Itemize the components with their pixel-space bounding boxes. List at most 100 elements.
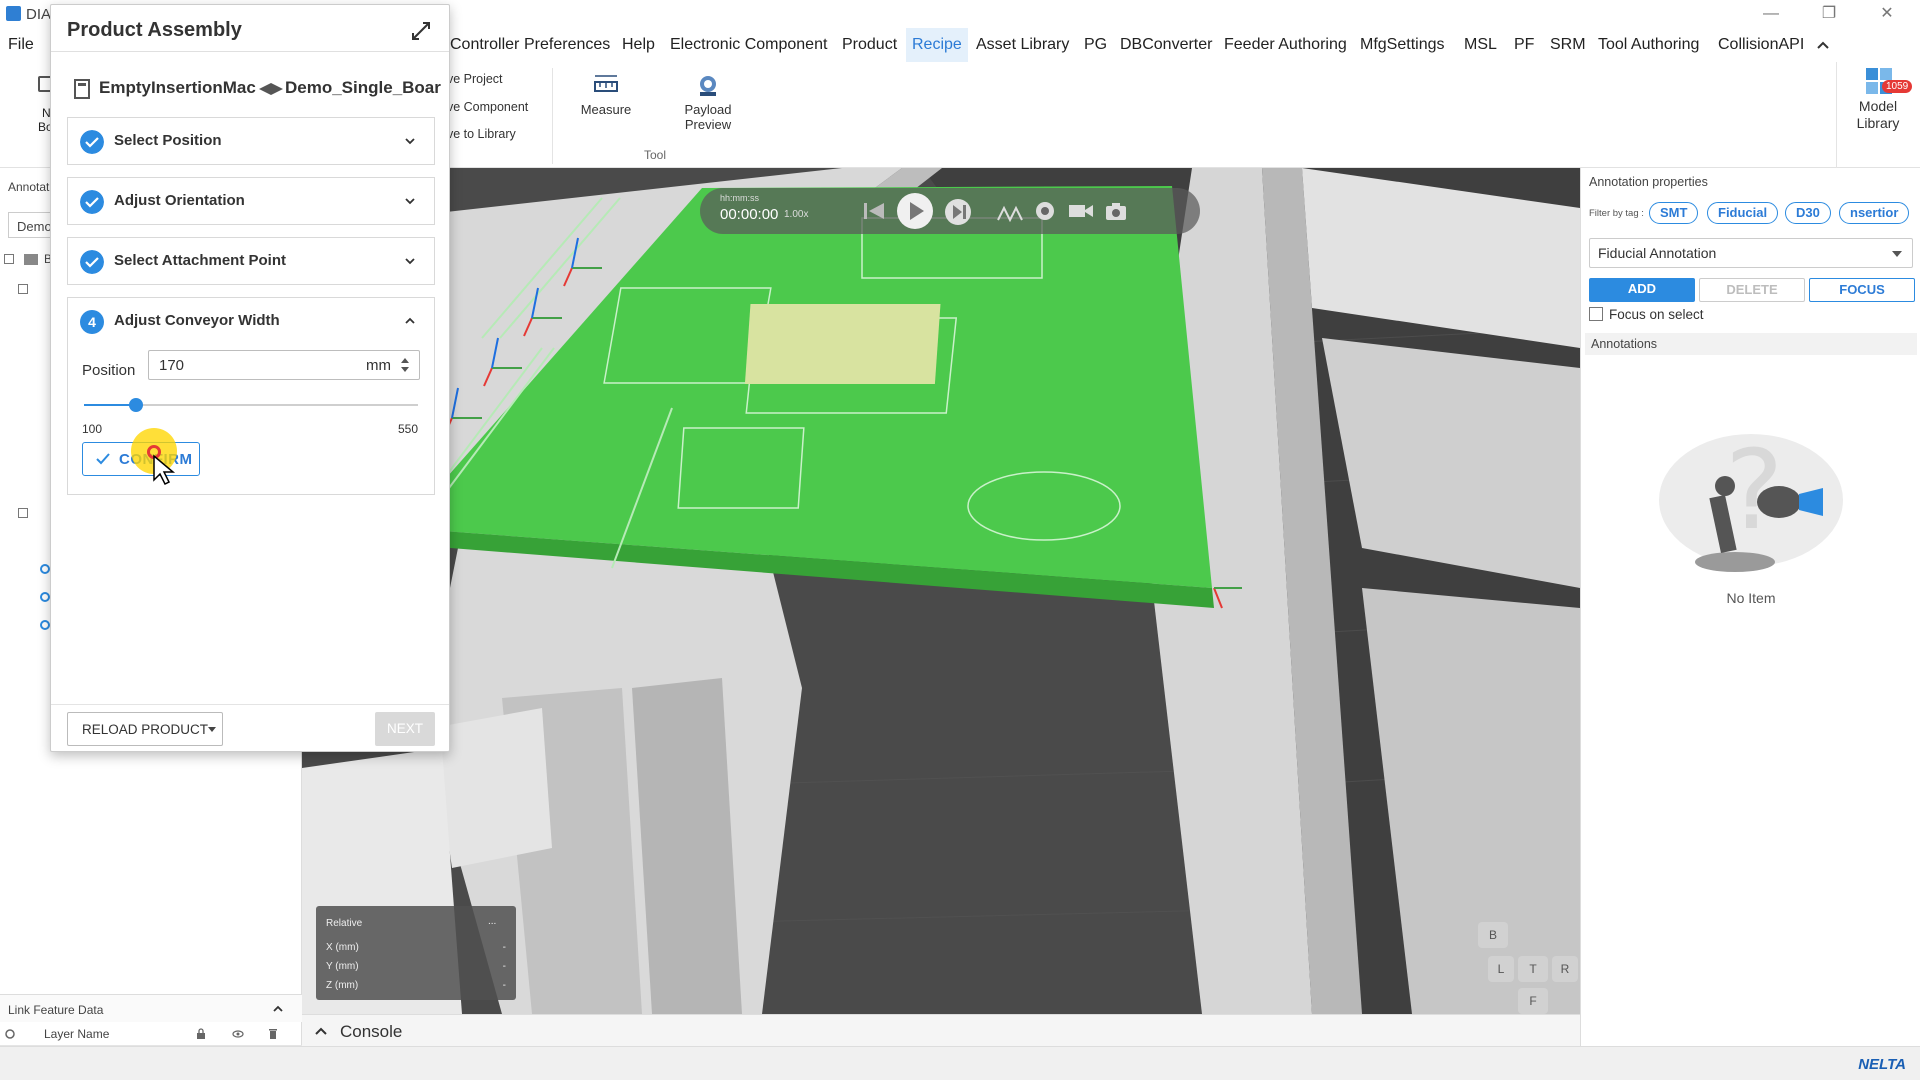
menu-feeder-authoring[interactable]: Feeder Authoring (1218, 28, 1353, 62)
measure-button[interactable]: Measure (566, 72, 646, 117)
annotation-type-value: Fiducial Annotation (1598, 245, 1717, 261)
view-cube-top[interactable]: T (1518, 956, 1548, 982)
next-button[interactable]: NEXT (375, 712, 435, 746)
tag-d30[interactable]: D30 (1785, 202, 1831, 224)
checkbox-box[interactable] (1589, 307, 1603, 321)
menu-msl[interactable]: MSL (1458, 28, 1503, 62)
console-bar[interactable]: Console (302, 1014, 1580, 1046)
chevron-down-icon[interactable] (404, 196, 416, 206)
expand-icon[interactable] (409, 19, 433, 43)
menu-help[interactable]: Help (616, 28, 661, 62)
panel-title: Product Assembly (67, 19, 242, 41)
collapse-ribbon-icon[interactable] (1816, 39, 1830, 51)
expand-console-icon[interactable] (314, 1025, 328, 1037)
slider-min-label: 100 (82, 422, 103, 436)
menu-asset-library[interactable]: Asset Library (970, 28, 1075, 62)
focus-on-select-checkbox[interactable]: Focus on select (1589, 307, 1704, 322)
annotation-tab[interactable]: Annotat (8, 180, 49, 194)
speed-display[interactable]: 1.00x (784, 209, 808, 220)
menu-dbconverter[interactable]: DBConverter (1114, 28, 1218, 62)
tree-collapse-icon[interactable] (4, 254, 14, 264)
menu-file[interactable]: File (2, 28, 40, 62)
menu-mfgsettings[interactable]: MfgSettings (1354, 28, 1450, 62)
step-label: Adjust Conveyor Width (114, 312, 280, 329)
view-cube-left[interactable]: L (1488, 956, 1514, 982)
minimize-icon[interactable]: — (1754, 2, 1788, 26)
tree-node-icon[interactable] (40, 620, 50, 630)
menu-tool-authoring[interactable]: Tool Authoring (1592, 28, 1705, 62)
play-icon[interactable] (896, 192, 934, 230)
tag-insertion[interactable]: nsertior (1839, 202, 1910, 224)
measure-label: Measure (580, 102, 632, 117)
machine-icon (74, 79, 90, 99)
tree-node-icon[interactable] (40, 564, 50, 574)
payload-preview-button[interactable]: Payload Preview (668, 72, 748, 132)
menu-srm[interactable]: SRM (1544, 28, 1592, 62)
tree-collapse-icon[interactable] (18, 284, 28, 294)
menu-recipe[interactable]: Recipe (906, 28, 968, 62)
step-adjust-orientation[interactable]: Adjust Orientation (67, 177, 435, 225)
menu-preferences[interactable]: Preferences (518, 28, 616, 62)
chevron-down-icon (208, 727, 216, 732)
video-camera-icon[interactable] (1068, 201, 1094, 221)
reload-product-button[interactable]: RELOAD PRODUCT (67, 712, 223, 746)
step-header[interactable]: 4 Adjust Conveyor Width (68, 298, 434, 344)
position-input[interactable]: 170 mm (148, 350, 420, 380)
collision-icon[interactable] (996, 200, 1024, 222)
menu-controller[interactable]: Controller (444, 28, 525, 62)
payload-preview-icon (700, 76, 716, 96)
lock-icon[interactable] (196, 1028, 206, 1040)
app-logo-icon (6, 6, 21, 21)
menu-pf[interactable]: PF (1508, 28, 1540, 62)
delete-annotation-button[interactable]: DELETE (1699, 278, 1805, 302)
payload-preview-label-1: Payload (684, 102, 732, 117)
menu-electronic-component[interactable]: Electronic Component (664, 28, 833, 62)
screenshot-camera-icon[interactable] (1104, 200, 1128, 222)
tag-smt[interactable]: SMT (1649, 202, 1699, 224)
save-component-button[interactable]: ave Component (440, 100, 528, 114)
trash-icon[interactable] (268, 1028, 278, 1040)
chevron-down-icon[interactable] (404, 256, 416, 266)
save-to-library-button[interactable]: ave to Library (440, 127, 516, 141)
spin-stepper-icon[interactable] (395, 354, 415, 376)
board-icon (259, 83, 283, 95)
chevron-down-icon[interactable] (404, 136, 416, 146)
payload-preview-label-2: Preview (684, 117, 732, 132)
restore-icon[interactable]: ❐ (1812, 2, 1846, 26)
folder-icon (24, 254, 38, 265)
collapse-icon[interactable] (272, 1004, 284, 1014)
step-select-attachment-point[interactable]: Select Attachment Point (67, 237, 435, 285)
eye-icon[interactable] (232, 1029, 244, 1039)
step-select-position[interactable]: Select Position (67, 117, 435, 165)
link-feature-columns: Layer Name (0, 1022, 302, 1046)
brand-logo: NELTA (1858, 1056, 1906, 1073)
tag-fiducial[interactable]: Fiducial (1707, 202, 1779, 224)
chevron-up-icon[interactable] (404, 316, 416, 326)
ribbon-separator (552, 68, 553, 164)
add-annotation-button[interactable]: ADD (1589, 278, 1695, 302)
step-forward-icon[interactable] (944, 198, 972, 226)
annotation-type-select[interactable]: Fiducial Annotation (1589, 238, 1913, 268)
tree-collapse-icon[interactable] (18, 508, 28, 518)
model-library-button[interactable]: Model Library (1840, 98, 1916, 132)
console-label: Console (340, 1022, 403, 1041)
focus-annotation-button[interactable]: FOCUS (1809, 278, 1915, 302)
skip-back-icon[interactable] (862, 200, 886, 222)
slider-thumb[interactable] (128, 398, 143, 412)
view-cube-right[interactable]: R (1552, 956, 1578, 982)
conveyor-width-slider[interactable] (84, 398, 418, 412)
product-assembly-panel: Product Assembly EmptyInsertionMac Demo_… (50, 4, 450, 752)
menu-product[interactable]: Product (836, 28, 903, 62)
view-cube-front[interactable]: F (1518, 988, 1548, 1014)
3d-viewport[interactable]: hh:mm:ss 00:00:00 1.00x Relative ... X (… (302, 168, 1580, 1014)
coord-row-x: X (mm) - (326, 942, 506, 953)
menu-collisionapi[interactable]: CollisionAPI (1712, 28, 1810, 62)
gear-icon[interactable] (1034, 200, 1056, 222)
close-icon[interactable]: ✕ (1870, 2, 1904, 26)
tree-node-icon[interactable] (40, 592, 50, 602)
link-icon (5, 1029, 15, 1039)
model-library-label-2: Library (1856, 115, 1900, 131)
menu-pg[interactable]: PG (1078, 28, 1113, 62)
view-cube-back[interactable]: B (1478, 922, 1508, 948)
coords-more-button[interactable]: ... (488, 916, 496, 927)
